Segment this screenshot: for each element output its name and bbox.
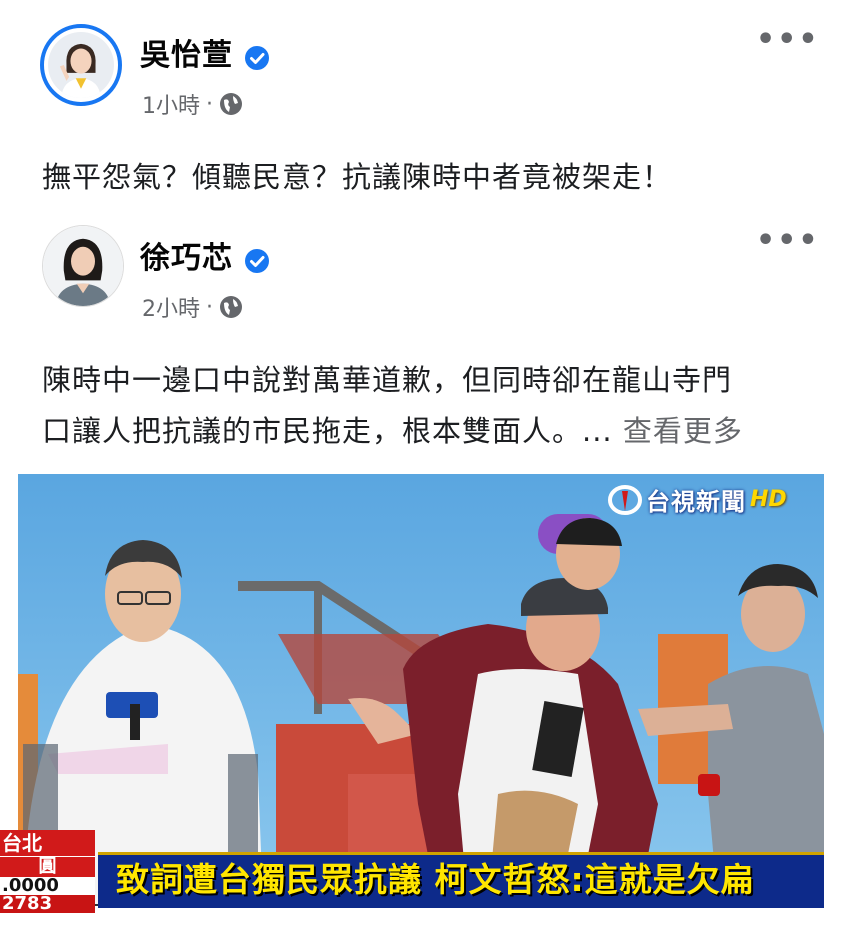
ticker-unit: 圓 (0, 856, 95, 877)
verified-badge-icon (244, 44, 270, 70)
see-more-link[interactable]: 查看更多 (623, 414, 743, 448)
post-meta: 1小時 · (142, 88, 243, 120)
post-video[interactable]: 台視新聞 HD (18, 474, 824, 906)
more-options-icon[interactable]: ••• (756, 223, 820, 258)
stock-ticker: 台北 圓 .0000 2783 (0, 830, 95, 913)
author-name[interactable]: 徐巧芯 (140, 233, 270, 277)
globe-icon (219, 295, 243, 319)
post-timestamp[interactable]: 1小時 (142, 88, 200, 120)
channel-logo: 台視新聞 HD (608, 482, 787, 517)
channel-logo-icon (608, 483, 642, 517)
video-frame-image (18, 474, 824, 906)
post-timestamp[interactable]: 2小時 (142, 291, 200, 323)
meta-separator: · (206, 294, 213, 320)
news-caption-bar: 致詞遭台獨民眾抗議 柯文哲怒:這就是欠扁 (98, 852, 824, 908)
author-name[interactable]: 吳怡萱 (140, 30, 270, 74)
avatar-image (43, 226, 123, 306)
ticker-city: 台北 (0, 830, 95, 856)
post-text-line-2: 口讓人把抗議的市民拖走，根本雙面人。... 查看更多 (42, 414, 743, 448)
more-options-icon[interactable]: ••• (756, 22, 820, 57)
meta-separator: · (206, 91, 213, 117)
avatar[interactable] (42, 225, 124, 307)
avatar-image (48, 32, 114, 98)
post-meta: 2小時 · (142, 291, 243, 323)
avatar[interactable] (40, 24, 122, 106)
post-2-header: 徐巧芯 2小時 · ••• (0, 215, 843, 335)
verified-badge-icon (244, 247, 270, 273)
ticker-change: 2783 (0, 895, 95, 913)
globe-icon (219, 92, 243, 116)
news-caption: 致詞遭台獨民眾抗議 柯文哲怒:這就是欠扁 (116, 860, 755, 899)
channel-logo-hd: HD (750, 487, 787, 512)
post-text-line-1: 陳時中一邊口中說對萬華道歉，但同時卻在龍山寺門 (42, 363, 733, 397)
post-1-header: 吳怡萱 1小時 · ••• (0, 0, 843, 130)
post-text: 撫平怨氣？傾聽民意？抗議陳時中者竟被架走！ (42, 160, 673, 194)
channel-logo-text: 台視新聞 (646, 488, 746, 516)
